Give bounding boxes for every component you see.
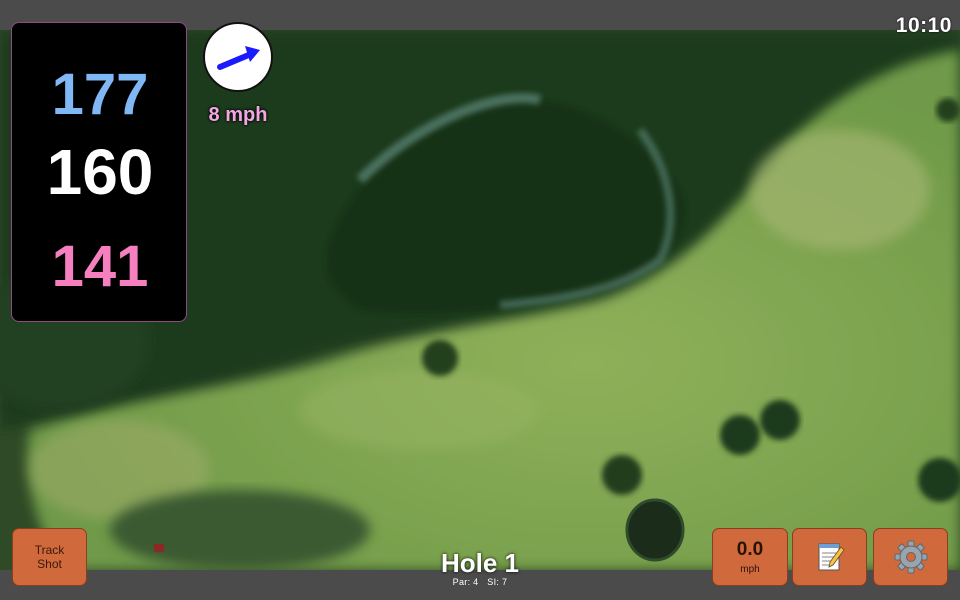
front-yardage: 141 xyxy=(51,234,149,299)
speed-value: 0.0 xyxy=(736,538,764,560)
speed-unit: mph xyxy=(740,563,760,575)
track-shot-label-line2: Shot xyxy=(37,557,62,571)
yardage-panel[interactable]: 177 160 141 xyxy=(11,22,187,322)
track-shot-label-line1: Track xyxy=(34,543,65,557)
hole-title: Hole 1 xyxy=(440,548,520,578)
hole-info: Par: 4 SI: 7 xyxy=(400,577,560,587)
wind-speed: 8 mph xyxy=(208,104,268,126)
clock: 10:10 xyxy=(895,14,952,37)
gear-icon xyxy=(894,540,927,574)
notes-button[interactable] xyxy=(792,528,867,586)
wind-direction-arrow-icon xyxy=(217,46,260,70)
hole-par: Par: 4 xyxy=(452,577,479,587)
wind-indicator[interactable] xyxy=(203,22,273,92)
speed-button[interactable]: 0.0 mph xyxy=(712,528,788,586)
back-yardage: 177 xyxy=(51,62,149,127)
notepad-icon xyxy=(818,543,845,571)
hole-stroke-index: SI: 7 xyxy=(487,577,508,587)
settings-button[interactable] xyxy=(873,528,948,586)
track-shot-button[interactable]: Track Shot xyxy=(12,528,87,586)
middle-yardage: 160 xyxy=(46,136,154,208)
